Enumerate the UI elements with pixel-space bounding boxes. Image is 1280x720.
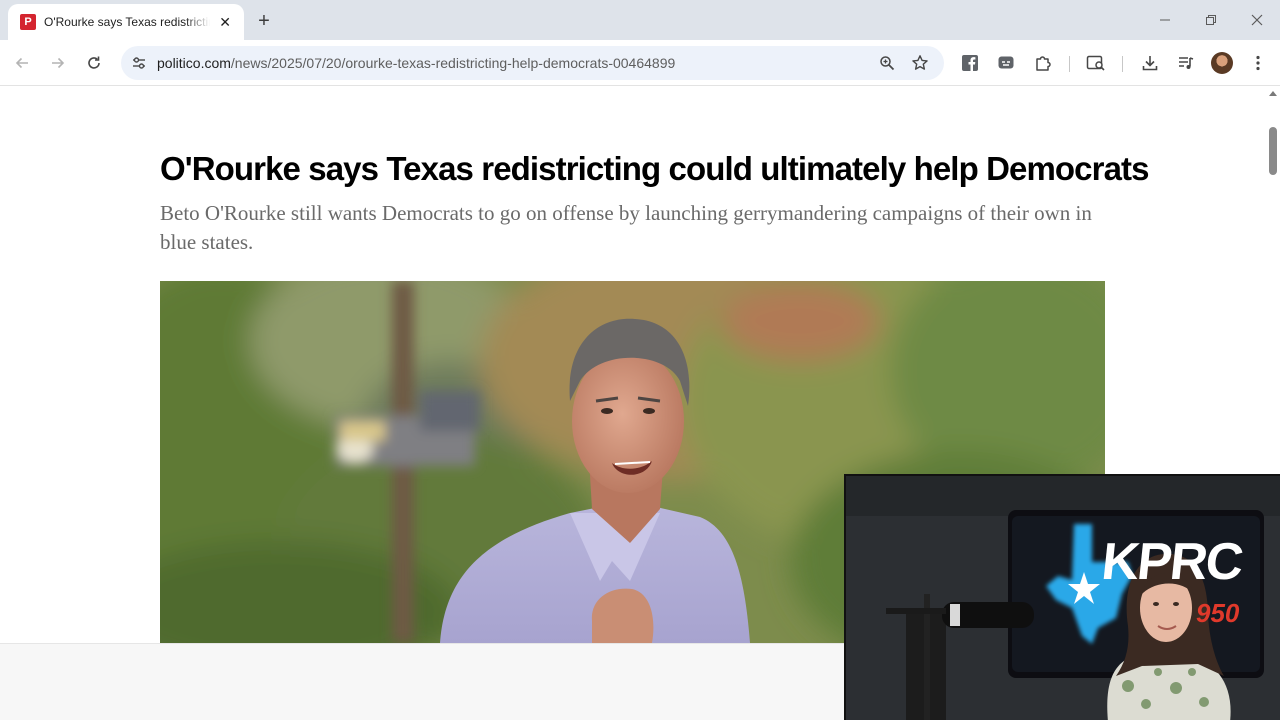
tab-search-icon[interactable] [1084,51,1108,75]
cast-extension-icon[interactable] [994,51,1018,75]
article-headline: O'Rourke says Texas redistricting could … [160,150,1149,187]
politico-favicon-icon: P [20,14,36,30]
scrollbar-thumb[interactable] [1269,127,1277,175]
reload-icon[interactable] [82,51,106,75]
toolbar-separator [1069,56,1070,72]
tab-strip: P O'Rourke says Texas redistricting coul… [0,0,1280,40]
toolbar-separator [1122,56,1123,72]
browser-tab-active[interactable]: P O'Rourke says Texas redistricting coul… [8,4,244,40]
bookmark-star-icon[interactable] [909,52,931,74]
site-info-tune-icon[interactable] [128,52,150,74]
media-controls-icon[interactable] [1174,51,1198,75]
extensions-puzzle-icon[interactable] [1031,51,1055,75]
zoom-icon[interactable] [876,52,898,74]
address-bar-url[interactable]: politico.com/news/2025/07/20/orourke-tex… [157,55,675,71]
url-path: /news/2025/07/20/orourke-texas-redistric… [230,55,676,71]
close-tab-icon[interactable]: ✕ [216,13,234,31]
close-window-button[interactable] [1234,8,1280,32]
tab-title: O'Rourke says Texas redistricting could … [44,15,210,29]
downloads-icon[interactable] [1138,51,1162,75]
article-subheadline: Beto O'Rourke still wants Democrats to g… [160,201,1092,254]
station-frequency: 950 [1196,598,1240,628]
minimize-window-button[interactable] [1142,8,1188,32]
station-call-letters: KPRC [1098,533,1245,591]
restore-window-button[interactable] [1188,8,1234,32]
forward-arrow-icon[interactable] [46,51,70,75]
webcam-overlay: KPRC 950 [844,474,1280,720]
more-menu-icon[interactable] [1246,51,1270,75]
url-host: politico.com [157,55,231,71]
browser-toolbar: politico.com/news/2025/07/20/orourke-tex… [0,40,1280,86]
scroll-up-arrow-icon[interactable] [1269,91,1277,96]
address-bar[interactable]: politico.com/news/2025/07/20/orourke-tex… [121,46,944,80]
back-arrow-icon[interactable] [10,51,34,75]
facebook-extension-icon[interactable] [958,51,982,75]
profile-avatar[interactable] [1211,52,1233,74]
new-tab-button[interactable]: + [253,10,275,32]
